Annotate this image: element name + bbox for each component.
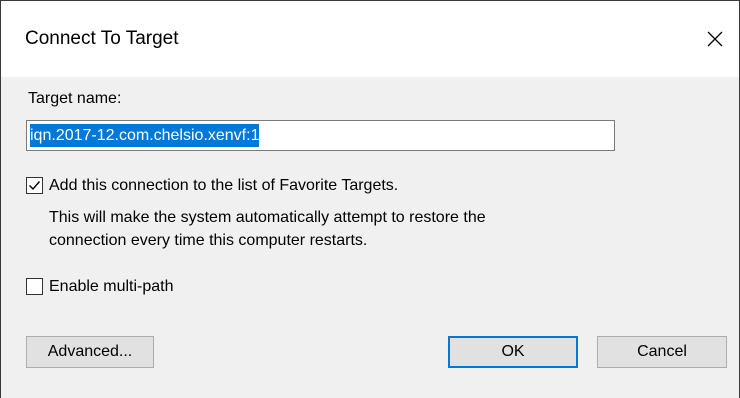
description-line-1: This will make the system automatically … <box>49 209 486 226</box>
advanced-button[interactable]: Advanced... <box>26 336 154 368</box>
target-name-label: Target name: <box>28 90 122 107</box>
close-button[interactable] <box>691 1 739 77</box>
cancel-button[interactable]: Cancel <box>597 336 727 368</box>
close-icon <box>707 31 723 47</box>
favorite-targets-label[interactable]: Add this connection to the list of Favor… <box>49 176 398 196</box>
multipath-checkbox[interactable] <box>26 278 43 295</box>
target-name-input[interactable]: iqn.2017-12.com.chelsio.xenvf:1 <box>26 120 615 151</box>
ok-button[interactable]: OK <box>448 336 578 368</box>
checkmark-icon <box>29 181 41 191</box>
connect-to-target-dialog: Connect To Target Target name: iqn.2017-… <box>0 0 740 398</box>
dialog-title: Connect To Target <box>25 28 179 49</box>
favorite-targets-description: This will make the system automatically … <box>49 206 629 252</box>
title-bar: Connect To Target <box>1 1 739 77</box>
description-line-2: connection every time this computer rest… <box>49 232 368 249</box>
target-name-value: iqn.2017-12.com.chelsio.xenvf:1 <box>30 124 260 147</box>
multipath-label[interactable]: Enable multi-path <box>49 277 174 297</box>
favorite-targets-checkbox[interactable] <box>26 177 43 194</box>
